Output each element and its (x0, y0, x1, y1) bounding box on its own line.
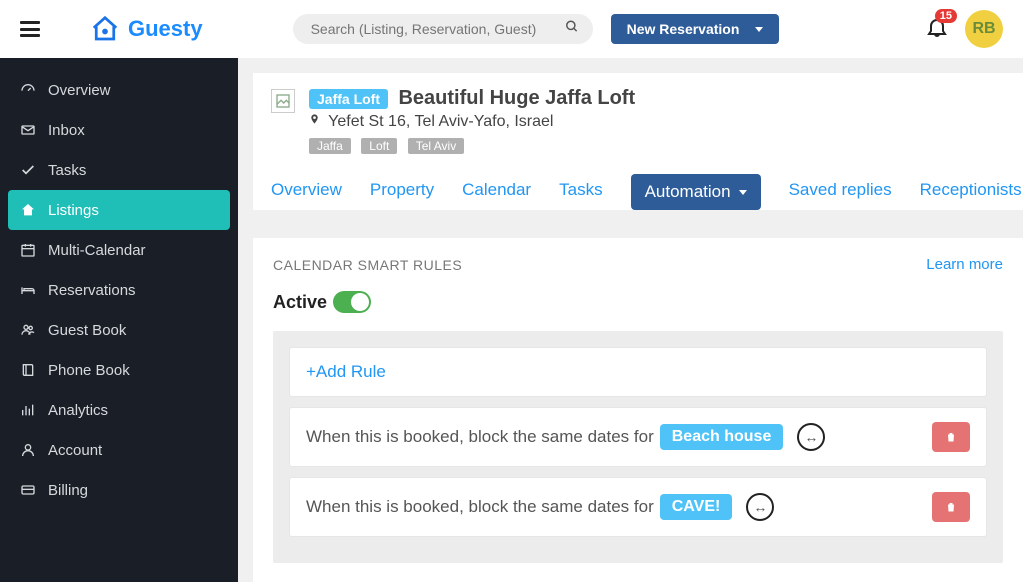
home-icon (18, 202, 38, 218)
delete-rule-button[interactable] (932, 422, 970, 452)
tab-automation[interactable]: Automation (631, 174, 761, 210)
house-icon (90, 14, 120, 44)
listing-tag: Loft (361, 138, 397, 154)
chart-icon (18, 402, 38, 418)
sidebar-item-label: Inbox (48, 122, 85, 139)
tab-saved-replies[interactable]: Saved replies (789, 180, 892, 210)
bed-icon (18, 282, 38, 298)
active-label: Active (273, 292, 327, 313)
add-rule-label: +Add Rule (306, 362, 386, 382)
menu-toggle[interactable] (20, 21, 40, 37)
listing-tabs: Overview Property Calendar Tasks Automat… (253, 169, 1023, 210)
learn-more-link[interactable]: Learn more (926, 256, 1003, 273)
new-reservation-label: New Reservation (627, 21, 740, 37)
sidebar: Overview Inbox Tasks Listings Multi-Cale… (0, 58, 238, 582)
sidebar-item-label: Overview (48, 82, 111, 99)
trash-icon (945, 430, 957, 444)
listing-tag: Jaffa (309, 138, 351, 154)
smart-rules-panel: CALENDAR SMART RULES Learn more Active +… (253, 238, 1023, 582)
avatar-initials: RB (972, 20, 995, 38)
listing-tag: Tel Aviv (408, 138, 464, 154)
sidebar-item-reservations[interactable]: Reservations (0, 270, 238, 310)
sidebar-item-label: Billing (48, 482, 88, 499)
sidebar-item-label: Tasks (48, 162, 86, 179)
panel-title: CALENDAR SMART RULES (273, 257, 462, 273)
sidebar-item-label: Analytics (48, 402, 108, 419)
bidirectional-arrow-icon[interactable]: ↔ (797, 423, 825, 451)
active-toggle[interactable] (333, 291, 371, 313)
brand-name: Guesty (128, 16, 203, 42)
rules-container: +Add Rule When this is booked, block the… (273, 331, 1003, 563)
tab-tasks[interactable]: Tasks (559, 180, 602, 210)
listing-thumbnail (271, 89, 295, 113)
rule-prefix-text: When this is booked, block the same date… (306, 497, 654, 517)
users-icon (18, 322, 38, 338)
sidebar-item-label: Reservations (48, 282, 136, 299)
sidebar-item-multi-calendar[interactable]: Multi-Calendar (0, 230, 238, 270)
notifications-bell[interactable]: 15 (925, 15, 949, 44)
image-placeholder-icon (275, 93, 291, 109)
bidirectional-arrow-icon[interactable]: ↔ (746, 493, 774, 521)
check-icon (18, 162, 38, 178)
sidebar-item-phone-book[interactable]: Phone Book (0, 350, 238, 390)
trash-icon (945, 500, 957, 514)
listing-header: Jaffa Loft Beautiful Huge Jaffa Loft Yef… (253, 73, 1023, 169)
sidebar-item-inbox[interactable]: Inbox (0, 110, 238, 150)
sidebar-item-label: Multi-Calendar (48, 242, 146, 259)
rule-row: When this is booked, block the same date… (289, 407, 987, 467)
sidebar-item-guest-book[interactable]: Guest Book (0, 310, 238, 350)
sidebar-item-label: Guest Book (48, 322, 126, 339)
notification-count-badge: 15 (935, 9, 957, 23)
map-pin-icon (309, 113, 320, 130)
listing-title: Beautiful Huge Jaffa Loft (398, 87, 635, 109)
listing-tags: Jaffa Loft Tel Aviv (309, 137, 635, 155)
caret-down-icon (755, 27, 763, 32)
sidebar-item-billing[interactable]: Billing (0, 470, 238, 510)
listing-address: Yefet St 16, Tel Aviv-Yafo, Israel (328, 113, 553, 130)
user-icon (18, 442, 38, 458)
caret-down-icon (739, 190, 747, 195)
search-input[interactable] (293, 14, 593, 44)
active-toggle-row: Active (273, 291, 1003, 313)
rule-target-pill[interactable]: Beach house (660, 424, 784, 450)
tachometer-icon (18, 82, 38, 98)
sidebar-item-label: Listings (48, 202, 99, 219)
listing-address-row: Yefet St 16, Tel Aviv-Yafo, Israel (309, 112, 635, 131)
rule-row: When this is booked, block the same date… (289, 477, 987, 537)
delete-rule-button[interactable] (932, 492, 970, 522)
sidebar-item-tasks[interactable]: Tasks (0, 150, 238, 190)
calendar-icon (18, 242, 38, 258)
new-reservation-button[interactable]: New Reservation (611, 14, 780, 44)
sidebar-item-overview[interactable]: Overview (0, 70, 238, 110)
top-header: Guesty New Reservation 15 RB (0, 0, 1023, 58)
search-wrapper (293, 14, 593, 44)
tab-calendar[interactable]: Calendar (462, 180, 531, 210)
sidebar-item-analytics[interactable]: Analytics (0, 390, 238, 430)
sidebar-item-label: Phone Book (48, 362, 130, 379)
search-icon[interactable] (565, 20, 579, 39)
brand-logo[interactable]: Guesty (90, 14, 203, 44)
sidebar-item-account[interactable]: Account (0, 430, 238, 470)
tab-automation-label: Automation (645, 182, 731, 202)
rule-target-pill[interactable]: CAVE! (660, 494, 733, 520)
envelope-icon (18, 122, 38, 138)
avatar[interactable]: RB (965, 10, 1003, 48)
sidebar-item-label: Account (48, 442, 102, 459)
header-right: 15 RB (925, 10, 1003, 48)
add-rule-button[interactable]: +Add Rule (289, 347, 987, 397)
listing-badge: Jaffa Loft (309, 89, 388, 109)
tab-property[interactable]: Property (370, 180, 434, 210)
tab-overview[interactable]: Overview (271, 180, 342, 210)
credit-card-icon (18, 482, 38, 498)
book-icon (18, 362, 38, 378)
tab-receptionists[interactable]: Receptionists (920, 180, 1022, 210)
rule-prefix-text: When this is booked, block the same date… (306, 427, 654, 447)
sidebar-item-listings[interactable]: Listings (8, 190, 230, 230)
main-content: Jaffa Loft Beautiful Huge Jaffa Loft Yef… (238, 58, 1023, 582)
